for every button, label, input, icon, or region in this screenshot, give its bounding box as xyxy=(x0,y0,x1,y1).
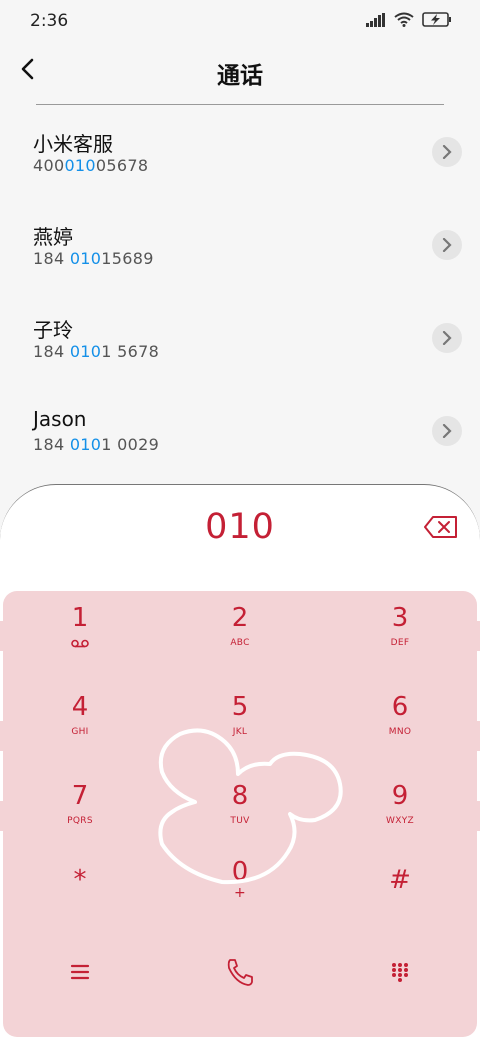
contact-row[interactable]: Jason 184 0101 0029 xyxy=(0,391,480,484)
wifi-icon xyxy=(394,12,414,27)
key-digit: 6 xyxy=(391,692,409,722)
contact-name: 燕婷 xyxy=(33,225,73,249)
key-star[interactable]: * xyxy=(20,859,140,937)
key-digit: 0 xyxy=(231,857,249,887)
chevron-right-icon xyxy=(442,145,452,159)
key-5[interactable]: 5 JKL xyxy=(180,686,300,764)
page-title: 通话 xyxy=(217,63,263,89)
keypad-icon xyxy=(392,963,408,982)
key-1[interactable]: 1 xyxy=(20,597,140,675)
key-digit: 3 xyxy=(391,603,409,633)
key-digit: 8 xyxy=(231,781,249,811)
key-letters: TUV xyxy=(230,816,250,826)
key-2[interactable]: 2 ABC xyxy=(180,597,300,675)
key-digit: 4 xyxy=(71,692,89,722)
status-time: 2:36 xyxy=(30,11,69,31)
keypad: 1 2 ABC 3 DEF 4 GHI 5 JKL 6 MNO 7 PQRS 8… xyxy=(0,591,480,1037)
contact-name: Jason xyxy=(33,407,87,431)
key-digit: 5 xyxy=(231,692,249,722)
backspace-icon xyxy=(424,516,457,538)
call-button[interactable] xyxy=(205,949,275,995)
contact-number: 184 0101 5678 xyxy=(33,342,160,361)
key-7[interactable]: 7 PQRS xyxy=(20,775,140,853)
key-0[interactable]: 0 + xyxy=(180,851,300,929)
key-letters: DEF xyxy=(390,638,410,648)
chevron-right-icon xyxy=(442,424,452,438)
dialer-panel: 010 1 2 ABC 3 DEF 4 GHI 5 JKL 6 MNO 7 PQ… xyxy=(0,484,480,1040)
key-digit: # xyxy=(389,865,411,895)
pad-edge xyxy=(468,721,480,751)
dialed-number: 010 xyxy=(205,507,275,547)
signal-icon xyxy=(366,12,385,27)
contact-row[interactable]: 小米客服 40001005678 xyxy=(0,112,480,205)
header: 通话 xyxy=(0,42,480,104)
key-letters: ABC xyxy=(230,638,250,648)
voicemail-icon xyxy=(71,639,89,648)
contact-list: 小米客服 40001005678 燕婷 184 01015689 子玲 184 … xyxy=(0,112,480,484)
pad-edge xyxy=(468,621,480,651)
key-4[interactable]: 4 GHI xyxy=(20,686,140,764)
header-divider xyxy=(36,104,444,105)
chevron-right-icon xyxy=(442,331,452,345)
key-digit: 1 xyxy=(71,603,89,633)
menu-icon xyxy=(70,964,90,980)
pad-edge xyxy=(0,801,12,831)
status-icons xyxy=(366,12,452,27)
call-icon xyxy=(227,959,253,986)
key-letters: MNO xyxy=(388,727,412,737)
key-digit: 7 xyxy=(71,781,89,811)
contact-detail-button[interactable] xyxy=(432,230,462,260)
pad-edge xyxy=(0,721,12,751)
pad-edge xyxy=(0,621,12,651)
key-digit: * xyxy=(73,865,87,895)
key-8[interactable]: 8 TUV xyxy=(180,775,300,853)
contact-number: 184 0101 0029 xyxy=(33,435,160,454)
key-letters: WXYZ xyxy=(386,816,414,826)
contact-detail-button[interactable] xyxy=(432,323,462,353)
contact-row[interactable]: 子玲 184 0101 5678 xyxy=(0,298,480,391)
contact-name: 子玲 xyxy=(33,318,73,342)
key-letters: JKL xyxy=(232,727,248,737)
pad-edge xyxy=(468,801,480,831)
battery-charging-icon xyxy=(422,12,451,27)
backspace-button[interactable] xyxy=(424,515,458,539)
key-letters: + xyxy=(233,885,247,901)
key-3[interactable]: 3 DEF xyxy=(340,597,460,675)
contact-detail-button[interactable] xyxy=(432,416,462,446)
key-digit: 9 xyxy=(391,781,409,811)
key-digit: 2 xyxy=(231,603,249,633)
contact-detail-button[interactable] xyxy=(432,137,462,167)
contact-row[interactable]: 燕婷 184 01015689 xyxy=(0,205,480,298)
contact-name: 小米客服 xyxy=(33,132,113,156)
status-bar: 2:36 xyxy=(0,0,480,42)
menu-button[interactable] xyxy=(45,949,115,995)
key-6[interactable]: 6 MNO xyxy=(340,686,460,764)
key-hash[interactable]: # xyxy=(340,859,460,937)
keypad-toggle-button[interactable] xyxy=(365,949,435,995)
key-letters: PQRS xyxy=(67,816,93,826)
chevron-right-icon xyxy=(442,238,452,252)
contact-number: 184 01015689 xyxy=(33,249,154,268)
contact-number: 40001005678 xyxy=(33,156,149,175)
key-9[interactable]: 9 WXYZ xyxy=(340,775,460,853)
key-letters: GHI xyxy=(71,727,89,737)
